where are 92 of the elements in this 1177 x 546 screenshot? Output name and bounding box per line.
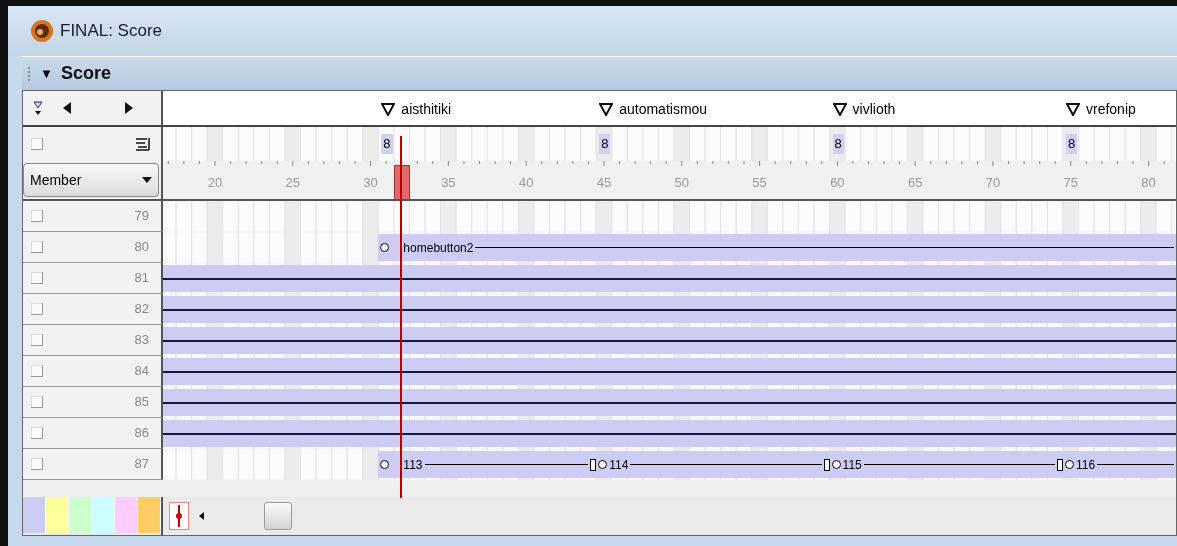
sprite-end-icon [1057, 458, 1063, 471]
channel-toggle-icon[interactable] [31, 272, 43, 284]
sprite-label: 116 [1076, 456, 1096, 474]
sprite-start-icon [598, 460, 608, 469]
channel-toggle-icon[interactable] [31, 241, 43, 253]
sprite-end-icon [590, 458, 597, 471]
frame-number: 60 [830, 174, 845, 192]
playhead-toggle-icon[interactable] [169, 502, 189, 530]
channel-toggle-icon[interactable] [31, 365, 43, 377]
collapse-toggle[interactable]: ▼ [40, 63, 53, 84]
marker-label: aisthitiki [401, 100, 452, 119]
marker-icon [599, 103, 614, 116]
tempo-value[interactable]: 8 [832, 134, 844, 154]
sprite-bar[interactable] [163, 389, 1176, 416]
sprite-bar[interactable] [163, 420, 1176, 447]
sprite-bar[interactable] [163, 265, 1176, 292]
scroll-left-icon[interactable] [199, 512, 204, 520]
frame-number: 20 [207, 174, 223, 192]
channel-toggle-icon[interactable] [31, 427, 43, 439]
channel-number: 81 [134, 269, 149, 288]
marker-label: vivlioth [852, 100, 896, 119]
channel-toggle-icon[interactable] [31, 396, 43, 408]
channel-toggle-icon[interactable] [31, 138, 43, 150]
channel-toggle-icon[interactable] [31, 458, 43, 470]
channel-toggle-icon[interactable] [31, 210, 43, 222]
tempo-value[interactable]: 8 [1066, 134, 1078, 154]
marker-icon [381, 103, 396, 116]
caret-icon [142, 177, 152, 183]
sprite-bar[interactable]: 116 [1063, 451, 1176, 478]
previous-marker-icon[interactable] [63, 102, 71, 114]
sprite-label: homebutton2 [403, 239, 474, 257]
channel-number: 85 [134, 393, 149, 412]
sprite-bar[interactable] [163, 358, 1176, 385]
marker[interactable]: vrefonip [1066, 99, 1136, 120]
marker-icon [832, 103, 847, 116]
sprite-start-icon [831, 460, 841, 469]
script-channel-icon[interactable] [135, 137, 151, 151]
tempo-value[interactable]: 8 [381, 134, 393, 154]
sprite-color-swatch[interactable] [69, 497, 92, 533]
frame-number: 30 [363, 174, 378, 192]
marker-icon [1066, 103, 1080, 116]
sprite-end-icon [823, 458, 830, 471]
sprite-color-swatch[interactable] [115, 497, 138, 533]
sprite-bar[interactable]: 114 [596, 451, 830, 478]
sprite-bar[interactable]: homebutton2 [378, 234, 1176, 261]
sprite-start-icon [380, 460, 390, 469]
sprite-bar[interactable]: 115 [829, 451, 1063, 478]
frame-number: 40 [518, 174, 534, 192]
frame-number: 80 [1141, 174, 1156, 192]
app-logo-icon [30, 19, 54, 43]
sprite-start-icon [380, 243, 390, 252]
sprite-label: 115 [842, 456, 862, 474]
frame-number: 55 [752, 174, 767, 192]
frame-number: 25 [285, 174, 300, 192]
channel-number: 82 [134, 300, 149, 319]
tempo-value[interactable]: 8 [599, 134, 611, 154]
channel-number: 86 [134, 424, 149, 443]
channel-toggle-icon[interactable] [31, 303, 43, 315]
channel-number: 84 [134, 362, 149, 381]
sprite-bar[interactable] [163, 296, 1176, 323]
marker[interactable]: vivlioth [832, 99, 896, 120]
next-marker-icon[interactable] [125, 102, 133, 114]
frame-number: 75 [1063, 174, 1078, 192]
marker-label: automatismou [619, 100, 708, 119]
panel-title: Score [60, 62, 111, 85]
marker-menu-icon[interactable] [33, 100, 43, 116]
frame-number: 50 [674, 174, 689, 192]
sprite-color-swatch[interactable] [46, 497, 69, 533]
sprite-color-swatch[interactable] [23, 497, 46, 533]
member-dropdown[interactable]: Member [23, 163, 159, 197]
frame-number: 45 [596, 174, 612, 192]
channel-number: 80 [134, 238, 149, 257]
marker[interactable]: aisthitiki [381, 99, 452, 120]
marker[interactable]: automatismou [599, 99, 708, 120]
frame-number: 35 [441, 174, 456, 192]
channel-number: 87 [134, 455, 149, 474]
frame-number: 65 [907, 174, 923, 192]
sprite-label: 113 [403, 456, 423, 474]
scrollbar-thumb[interactable] [264, 502, 292, 530]
marker-label: vrefonip [1086, 100, 1136, 119]
sprite-start-icon [1065, 460, 1074, 469]
sprite-bar[interactable] [163, 327, 1176, 354]
channel-toggle-icon[interactable] [31, 334, 43, 346]
sprite-label: 114 [609, 456, 629, 474]
drag-handle-icon[interactable] [28, 66, 32, 81]
frame-number: 70 [985, 174, 1001, 192]
window-title: FINAL: Score [60, 20, 163, 43]
sprite-color-swatch[interactable] [138, 497, 161, 533]
channel-number: 83 [134, 331, 149, 350]
sprite-bar[interactable]: 113 [378, 451, 597, 478]
sprite-color-swatch[interactable] [92, 497, 115, 533]
channel-number: 79 [134, 207, 149, 226]
